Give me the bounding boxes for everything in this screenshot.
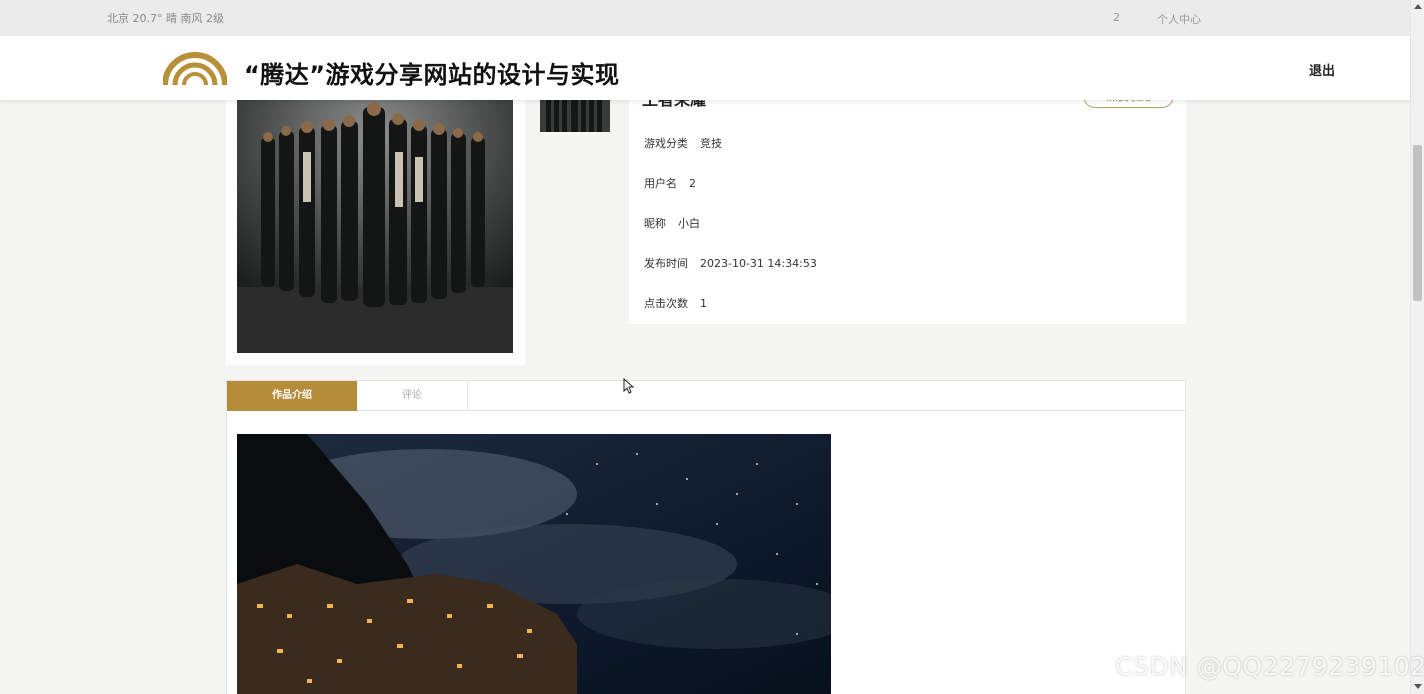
info-label: 点击次数	[644, 297, 688, 310]
site-header: “腾达”游戏分享网站的设计与实现 退出	[0, 36, 1410, 100]
watermark: CSDN @QQ2279239102	[1115, 652, 1424, 681]
page-scrollbar[interactable]	[1410, 0, 1424, 694]
logout-link[interactable]: 退出	[1309, 60, 1335, 79]
game-main-image	[237, 97, 513, 353]
site-logo[interactable]	[163, 49, 227, 85]
tab-introduction[interactable]: 作品介绍	[227, 381, 357, 411]
info-label: 用户名	[644, 177, 677, 190]
info-value: 2	[689, 177, 696, 190]
tab-comments[interactable]: 评论	[357, 381, 468, 411]
info-row-nickname: 昵称 小白	[644, 215, 700, 231]
top-info-bar: 北京 20.7° 晴 南风 2级 2 个人中心	[0, 0, 1410, 36]
scroll-up-arrow-icon[interactable]	[1414, 4, 1422, 9]
scroll-down-arrow-icon[interactable]	[1414, 684, 1422, 689]
info-row-click-count: 点击次数 1	[644, 295, 707, 311]
info-value: 2023-10-31 14:34:53	[700, 257, 817, 270]
info-row-publish-time: 发布时间 2023-10-31 14:34:53	[644, 255, 817, 271]
mouse-cursor-icon	[623, 378, 635, 394]
personal-center-link[interactable]: 个人中心	[1157, 11, 1201, 27]
info-value: 竞技	[700, 137, 722, 150]
topbar-username[interactable]: 2	[1113, 11, 1120, 24]
info-row-category: 游戏分类 竞技	[644, 135, 722, 151]
introduction-image	[237, 434, 831, 694]
tab-bar: 作品介绍 评论	[227, 381, 1185, 411]
info-value: 小白	[678, 217, 700, 230]
scrollbar-thumb[interactable]	[1413, 145, 1422, 301]
info-label: 昵称	[644, 217, 666, 230]
game-info-card	[629, 76, 1186, 324]
info-row-username: 用户名 2	[644, 175, 696, 191]
info-label: 游戏分类	[644, 137, 688, 150]
info-label: 发布时间	[644, 257, 688, 270]
site-title: “腾达”游戏分享网站的设计与实现	[244, 61, 620, 89]
weather-info: 北京 20.7° 晴 南风 2级	[107, 12, 224, 25]
info-value: 1	[700, 297, 707, 310]
